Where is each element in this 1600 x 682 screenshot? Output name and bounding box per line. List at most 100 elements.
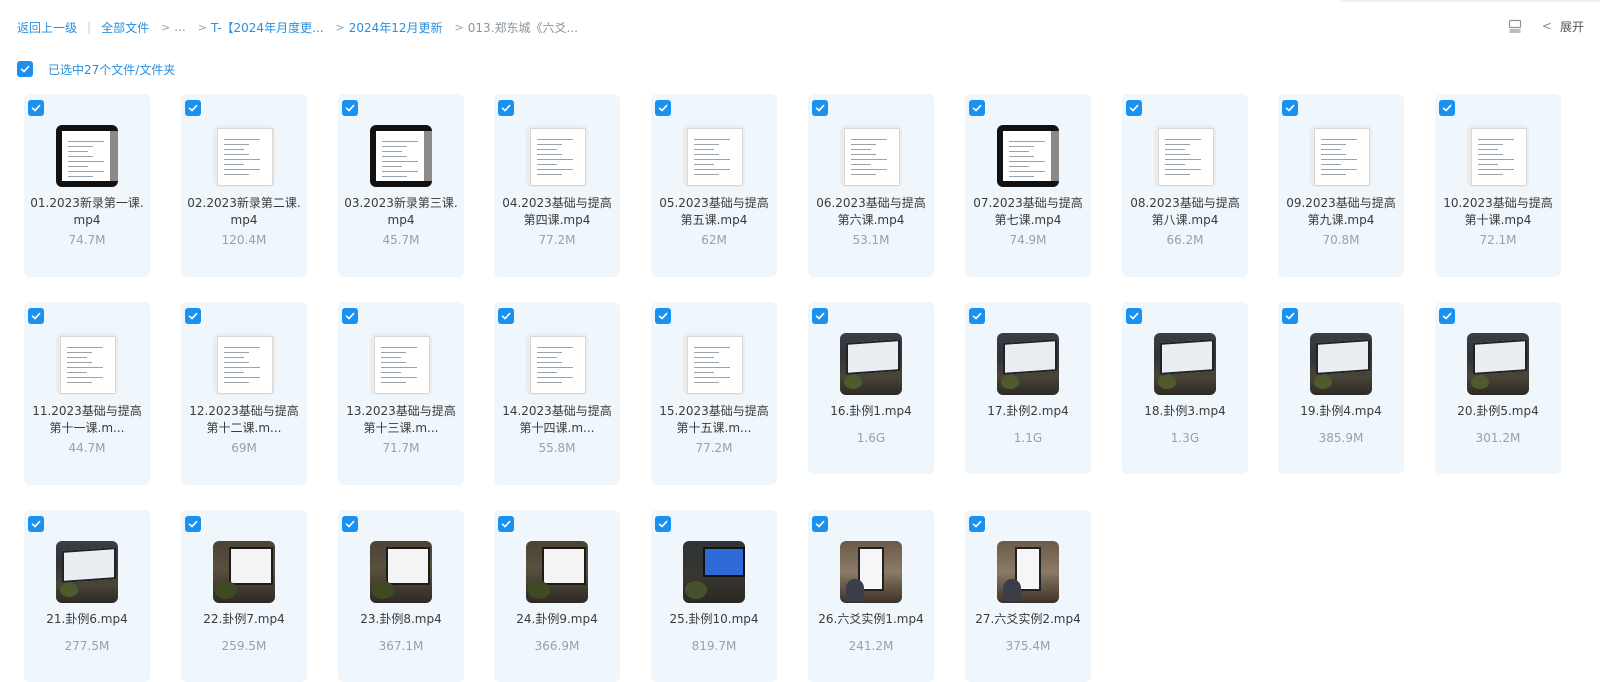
file-checkbox[interactable] xyxy=(28,516,44,532)
file-card[interactable]: 07.2023基础与提高第七课.mp4 74.9M xyxy=(965,94,1091,277)
video-thumbnail[interactable] xyxy=(997,125,1059,187)
breadcrumb-all-files[interactable]: 全部文件 xyxy=(101,19,149,36)
file-checkbox[interactable] xyxy=(969,308,985,324)
file-card[interactable]: 16.卦例1.mp4 1.6G xyxy=(808,302,934,474)
file-name[interactable]: 06.2023基础与提高第六课.mp4 xyxy=(814,195,928,229)
file-name[interactable]: 17.卦例2.mp4 xyxy=(971,403,1085,420)
video-thumbnail[interactable] xyxy=(56,333,118,395)
file-checkbox[interactable] xyxy=(1126,308,1142,324)
file-card[interactable]: 20.卦例5.mp4 301.2M xyxy=(1435,302,1561,474)
file-name[interactable]: 25.卦例10.mp4 xyxy=(657,611,771,628)
file-checkbox[interactable] xyxy=(185,308,201,324)
file-checkbox[interactable] xyxy=(969,516,985,532)
file-name[interactable]: 12.2023基础与提高第十二课.m... xyxy=(187,403,301,437)
video-thumbnail[interactable] xyxy=(840,333,902,395)
file-card[interactable]: 17.卦例2.mp4 1.1G xyxy=(965,302,1091,474)
file-name[interactable]: 20.卦例5.mp4 xyxy=(1441,403,1555,420)
file-checkbox[interactable] xyxy=(498,100,514,116)
video-thumbnail[interactable] xyxy=(56,541,118,603)
back-link[interactable]: 返回上一级 xyxy=(17,19,77,36)
video-thumbnail[interactable] xyxy=(1467,125,1529,187)
video-thumbnail[interactable] xyxy=(997,541,1059,603)
video-thumbnail[interactable] xyxy=(1154,333,1216,395)
select-all-checkbox[interactable] xyxy=(17,61,33,77)
file-checkbox[interactable] xyxy=(812,516,828,532)
file-name[interactable]: 11.2023基础与提高第十一课.m... xyxy=(30,403,144,437)
file-card[interactable]: 04.2023基础与提高第四课.mp4 77.2M xyxy=(494,94,620,277)
expand-button[interactable]: 展开 xyxy=(1560,18,1584,35)
video-thumbnail[interactable] xyxy=(840,541,902,603)
breadcrumb-level1[interactable]: T-【2024年月度更... xyxy=(211,19,324,36)
file-checkbox[interactable] xyxy=(28,308,44,324)
file-card[interactable]: 22.卦例7.mp4 259.5M xyxy=(181,510,307,682)
file-checkbox[interactable] xyxy=(1439,308,1455,324)
video-thumbnail[interactable] xyxy=(1310,333,1372,395)
file-card[interactable]: 19.卦例4.mp4 385.9M xyxy=(1278,302,1404,474)
file-name[interactable]: 14.2023基础与提高第十四课.m... xyxy=(500,403,614,437)
video-thumbnail[interactable] xyxy=(1467,333,1529,395)
video-thumbnail[interactable] xyxy=(56,125,118,187)
file-name[interactable]: 23.卦例8.mp4 xyxy=(344,611,458,628)
file-card[interactable]: 12.2023基础与提高第十二课.m... 69M xyxy=(181,302,307,485)
file-name[interactable]: 01.2023新录第一课.mp4 xyxy=(30,195,144,229)
file-checkbox[interactable] xyxy=(969,100,985,116)
video-thumbnail[interactable] xyxy=(526,125,588,187)
file-card[interactable]: 21.卦例6.mp4 277.5M xyxy=(24,510,150,682)
list-view-icon[interactable] xyxy=(1508,19,1522,33)
file-name[interactable]: 21.卦例6.mp4 xyxy=(30,611,144,628)
file-name[interactable]: 02.2023新录第二课.mp4 xyxy=(187,195,301,229)
video-thumbnail[interactable] xyxy=(1154,125,1216,187)
video-thumbnail[interactable] xyxy=(370,541,432,603)
file-name[interactable]: 09.2023基础与提高第九课.mp4 xyxy=(1284,195,1398,229)
video-thumbnail[interactable] xyxy=(683,125,745,187)
file-card[interactable]: 14.2023基础与提高第十四课.m... 55.8M xyxy=(494,302,620,485)
file-card[interactable]: 01.2023新录第一课.mp4 74.7M xyxy=(24,94,150,277)
file-card[interactable]: 11.2023基础与提高第十一课.m... 44.7M xyxy=(24,302,150,485)
file-checkbox[interactable] xyxy=(655,100,671,116)
video-thumbnail[interactable] xyxy=(213,541,275,603)
file-checkbox[interactable] xyxy=(1439,100,1455,116)
file-checkbox[interactable] xyxy=(812,308,828,324)
file-name[interactable]: 27.六爻实例2.mp4 xyxy=(971,611,1085,628)
file-checkbox[interactable] xyxy=(342,516,358,532)
file-checkbox[interactable] xyxy=(812,100,828,116)
video-thumbnail[interactable] xyxy=(840,125,902,187)
file-checkbox[interactable] xyxy=(185,516,201,532)
file-name[interactable]: 16.卦例1.mp4 xyxy=(814,403,928,420)
file-card[interactable]: 24.卦例9.mp4 366.9M xyxy=(494,510,620,682)
breadcrumb-ellipsis[interactable]: ... xyxy=(174,20,185,34)
file-name[interactable]: 15.2023基础与提高第十五课.m... xyxy=(657,403,771,437)
file-card[interactable]: 18.卦例3.mp4 1.3G xyxy=(1122,302,1248,474)
file-card[interactable]: 25.卦例10.mp4 819.7M xyxy=(651,510,777,682)
file-checkbox[interactable] xyxy=(1126,100,1142,116)
file-card[interactable]: 23.卦例8.mp4 367.1M xyxy=(338,510,464,682)
file-checkbox[interactable] xyxy=(342,308,358,324)
file-checkbox[interactable] xyxy=(185,100,201,116)
file-card[interactable]: 03.2023新录第三课.mp4 45.7M xyxy=(338,94,464,277)
file-name[interactable]: 19.卦例4.mp4 xyxy=(1284,403,1398,420)
video-thumbnail[interactable] xyxy=(526,541,588,603)
video-thumbnail[interactable] xyxy=(683,333,745,395)
file-checkbox[interactable] xyxy=(342,100,358,116)
file-checkbox[interactable] xyxy=(655,308,671,324)
file-name[interactable]: 26.六爻实例1.mp4 xyxy=(814,611,928,628)
file-card[interactable]: 09.2023基础与提高第九课.mp4 70.8M xyxy=(1278,94,1404,277)
file-name[interactable]: 03.2023新录第三课.mp4 xyxy=(344,195,458,229)
file-checkbox[interactable] xyxy=(655,516,671,532)
file-name[interactable]: 22.卦例7.mp4 xyxy=(187,611,301,628)
file-checkbox[interactable] xyxy=(498,516,514,532)
file-name[interactable]: 08.2023基础与提高第八课.mp4 xyxy=(1128,195,1242,229)
file-name[interactable]: 24.卦例9.mp4 xyxy=(500,611,614,628)
file-checkbox[interactable] xyxy=(1282,100,1298,116)
file-card[interactable]: 15.2023基础与提高第十五课.m... 77.2M xyxy=(651,302,777,485)
file-name[interactable]: 05.2023基础与提高第五课.mp4 xyxy=(657,195,771,229)
file-card[interactable]: 06.2023基础与提高第六课.mp4 53.1M xyxy=(808,94,934,277)
file-name[interactable]: 18.卦例3.mp4 xyxy=(1128,403,1242,420)
file-card[interactable]: 13.2023基础与提高第十三课.m... 71.7M xyxy=(338,302,464,485)
file-card[interactable]: 02.2023新录第二课.mp4 120.4M xyxy=(181,94,307,277)
video-thumbnail[interactable] xyxy=(683,541,745,603)
file-card[interactable]: 27.六爻实例2.mp4 375.4M xyxy=(965,510,1091,682)
video-thumbnail[interactable] xyxy=(213,333,275,395)
breadcrumb-level2[interactable]: 2024年12月更新 xyxy=(349,19,443,36)
file-card[interactable]: 08.2023基础与提高第八课.mp4 66.2M xyxy=(1122,94,1248,277)
